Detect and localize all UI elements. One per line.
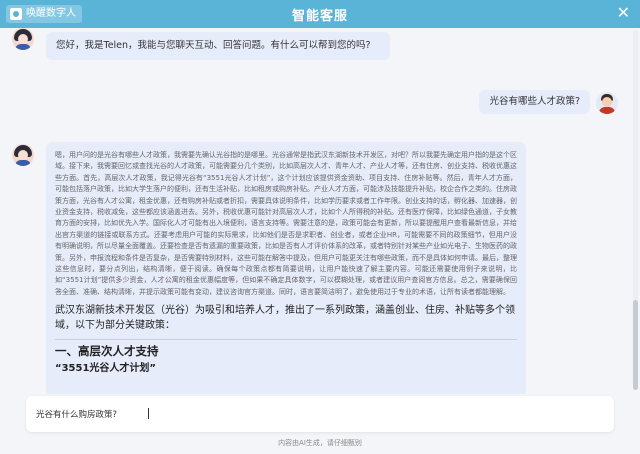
bot-answer-bubble: 嗯，用户问的是光谷有哪些人才政策，我需要先确认光谷指的是哪里。光谷通常是指武汉东… (46, 142, 526, 394)
app-header: 唤醒数字人 智能客服 ✕ (0, 0, 640, 28)
answer-summary: 武汉东湖新技术开发区（光谷）为吸引和培养人才，推出了一系列政策，涵盖创业、住房、… (55, 305, 515, 332)
answer-reasoning-text: 嗯，用户问的是光谷有哪些人才政策，我需要先确认光谷指的是哪里。光谷通常是指武汉东… (55, 151, 517, 296)
answer-section-title: 一、高层次人才支持 (55, 339, 517, 359)
message-input[interactable] (36, 406, 556, 422)
message-input-box[interactable] (26, 396, 614, 432)
user-question-bubble: 光谷有哪些人才政策? (479, 90, 590, 114)
text-caret (148, 408, 149, 419)
close-icon[interactable]: ✕ (617, 4, 630, 22)
chat-area[interactable]: 您好，我是Telen，我能与您聊天互动、回答问题。有什么可以帮到您的吗? 光谷有… (0, 28, 640, 394)
page-title: 智能客服 (291, 9, 348, 24)
bot-avatar (12, 28, 34, 50)
bot-avatar (12, 144, 34, 166)
chat-scrollbar[interactable] (633, 30, 638, 390)
user-avatar (596, 92, 618, 114)
scrollbar-thumb[interactable] (633, 300, 638, 390)
answer-subsection-title: “3551光谷人才计划” (55, 363, 156, 375)
ai-disclaimer: 内容由AI生成，请仔细甄别 (278, 439, 362, 447)
bot-greeting-bubble: 您好，我是Telen，我能与您聊天互动、回答问题。有什么可以帮到您的吗? (46, 32, 390, 60)
